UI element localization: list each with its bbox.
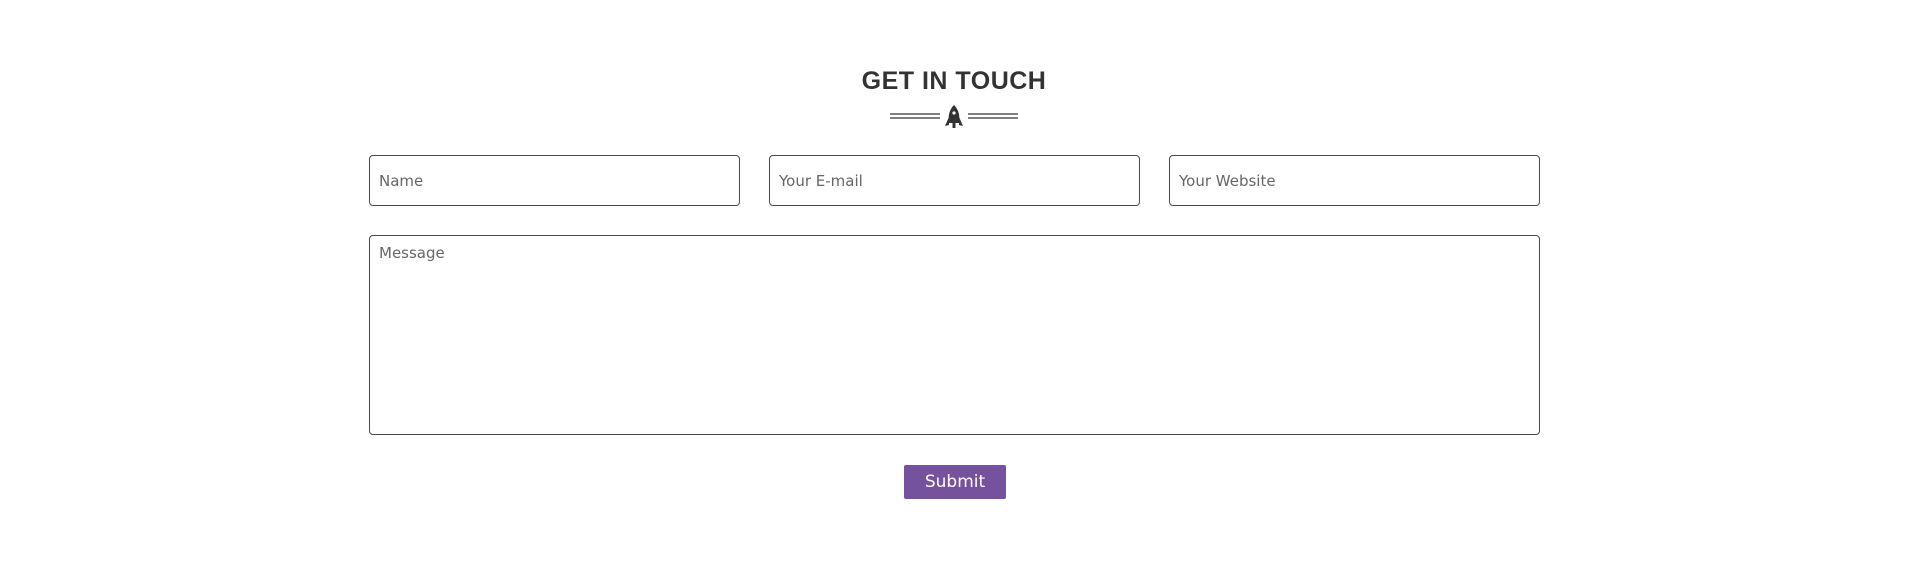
contact-form-section: GET IN TOUCH Submit (0, 0, 1908, 574)
message-field[interactable] (369, 235, 1540, 435)
submit-button[interactable]: Submit (904, 465, 1006, 499)
website-field[interactable] (1169, 155, 1540, 206)
rocket-icon (945, 105, 963, 128)
title-divider (890, 105, 1018, 128)
name-field[interactable] (369, 155, 740, 206)
email-field[interactable] (769, 155, 1140, 206)
section-title: GET IN TOUCH (861, 67, 1047, 95)
